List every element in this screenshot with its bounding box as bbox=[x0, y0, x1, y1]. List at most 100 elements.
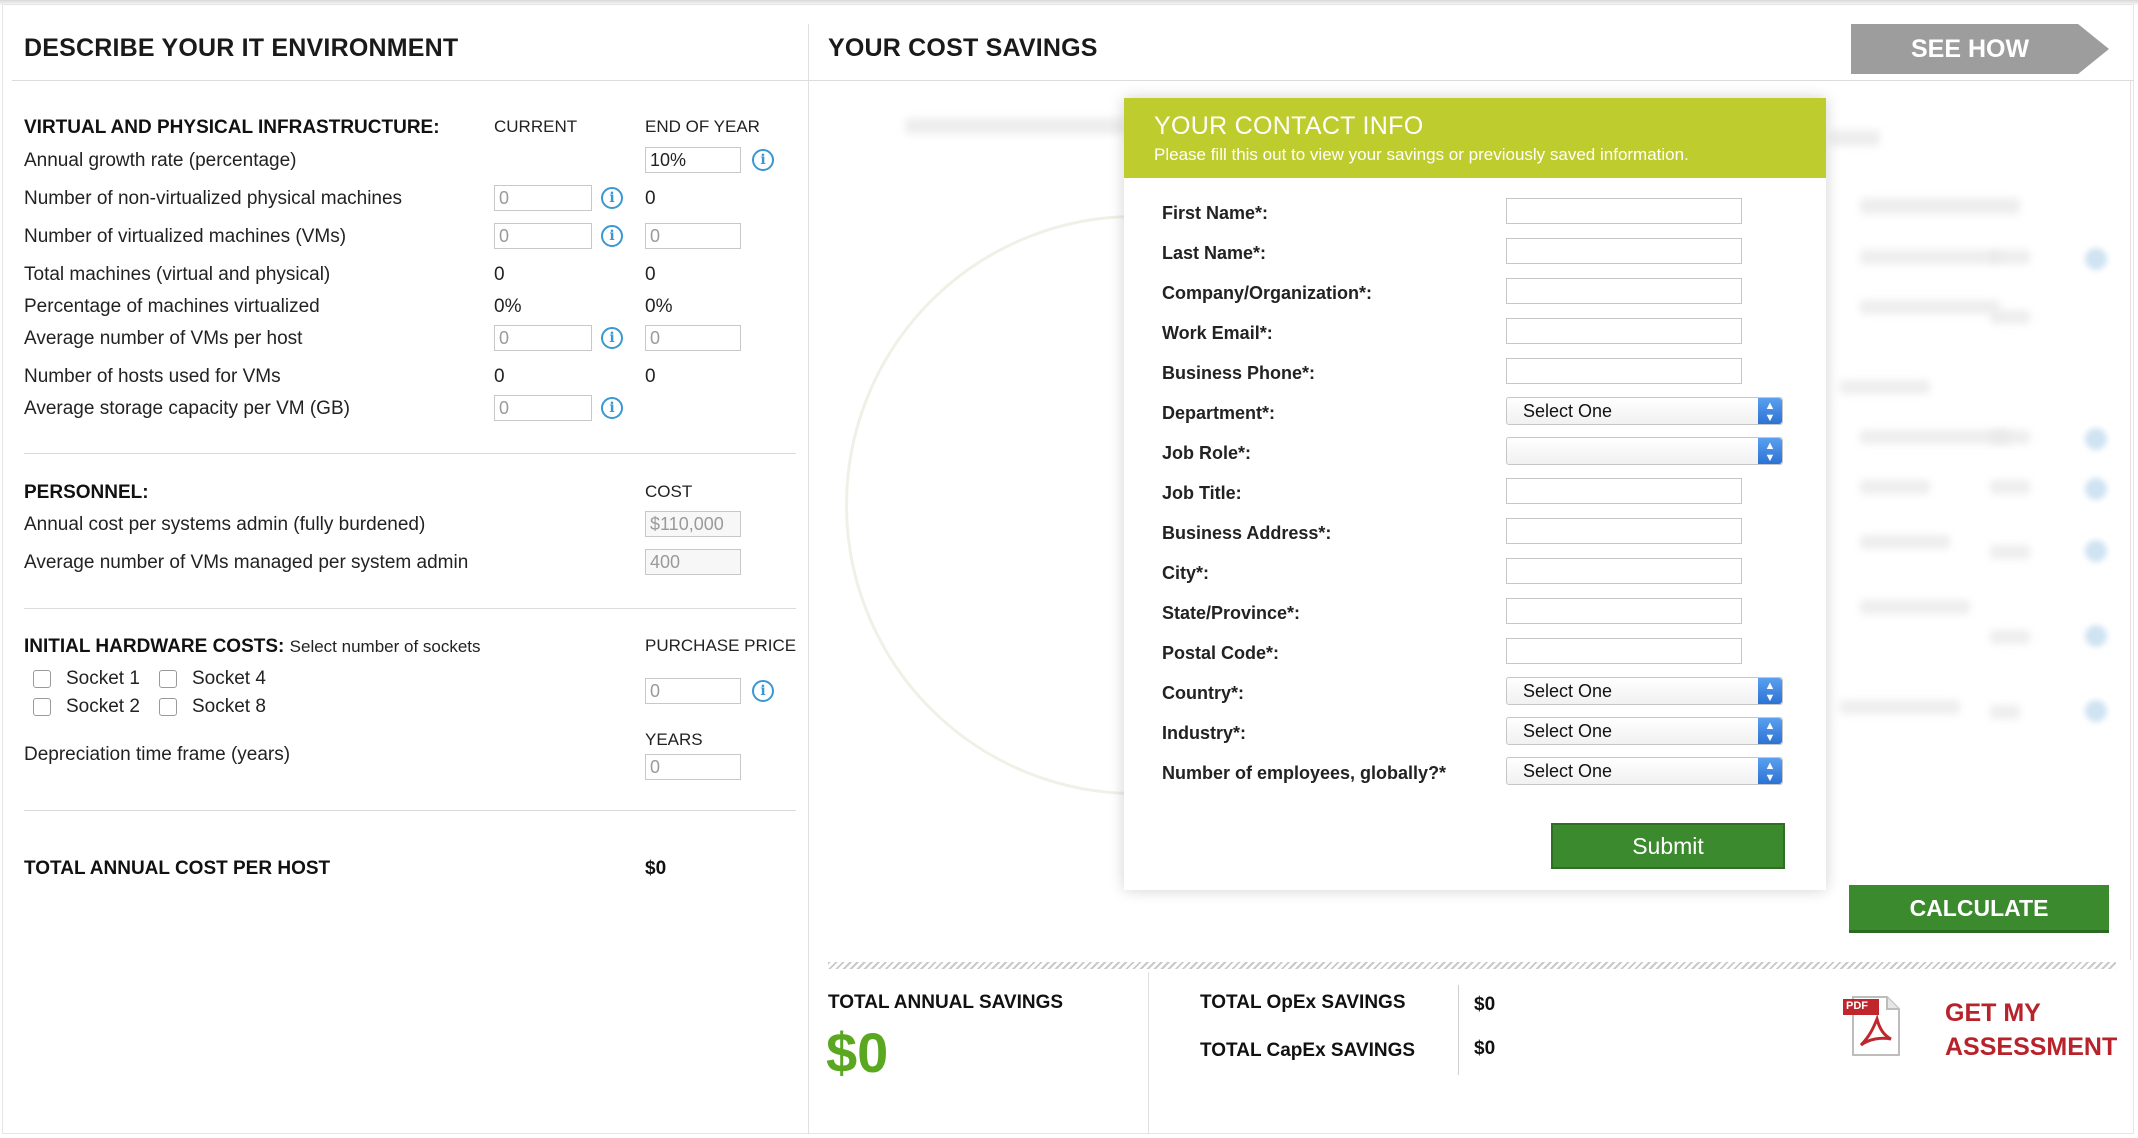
faded-info-icon bbox=[2085, 248, 2107, 270]
admin-cost-input[interactable]: $110,000 bbox=[645, 511, 741, 537]
pct-virtualized-current: 0% bbox=[494, 296, 522, 317]
business-phone-input[interactable] bbox=[1506, 358, 1742, 384]
department-select[interactable]: Select One ▲ ▼ bbox=[1506, 397, 1783, 425]
get-my-assessment-link[interactable]: GET MY ASSESSMENT bbox=[1945, 996, 2117, 1064]
submit-button[interactable]: Submit bbox=[1551, 823, 1785, 869]
hosts-used-label: Number of hosts used for VMs bbox=[24, 366, 281, 387]
faded-text bbox=[905, 118, 1125, 134]
right-edge-divider bbox=[2130, 80, 2131, 960]
total-cost-per-host-value: $0 bbox=[645, 858, 667, 879]
see-how-button[interactable]: SEE HOW bbox=[1851, 24, 2109, 74]
storage-capacity-input[interactable]: 0 bbox=[494, 395, 592, 421]
virtualized-current-input[interactable]: 0 bbox=[494, 223, 592, 249]
personnel-divider bbox=[24, 608, 796, 609]
depreciation-years-input[interactable]: 0 bbox=[645, 754, 741, 780]
postal-code-label: Postal Code*: bbox=[1162, 643, 1280, 663]
pct-virtualized-end: 0% bbox=[645, 296, 673, 317]
work-email-input[interactable] bbox=[1506, 318, 1742, 344]
pdf-icon[interactable]: PDF bbox=[1843, 995, 1901, 1057]
storage-capacity-info-icon[interactable]: i bbox=[601, 397, 623, 419]
col-current-header: CURRENT bbox=[494, 117, 578, 136]
faded-info-icon bbox=[2085, 700, 2107, 722]
socket-1-checkbox[interactable] bbox=[33, 670, 51, 688]
vms-per-admin-label: Average number of VMs managed per system… bbox=[24, 552, 469, 573]
vms-per-host-end-input[interactable]: 0 bbox=[645, 325, 741, 351]
last-name-input[interactable] bbox=[1506, 238, 1742, 264]
faded-text bbox=[1990, 705, 2020, 719]
postal-code-input[interactable] bbox=[1506, 638, 1742, 664]
chevron-updown-icon: ▲ ▼ bbox=[1758, 438, 1782, 464]
job-title-label: Job Title: bbox=[1162, 483, 1242, 503]
faded-text bbox=[1860, 250, 2000, 264]
faded-text bbox=[1860, 600, 1970, 614]
hosts-used-current: 0 bbox=[494, 366, 505, 387]
hatched-divider bbox=[828, 962, 2116, 969]
industry-selected-value: Select One bbox=[1523, 721, 1613, 741]
country-label: Country*: bbox=[1162, 683, 1244, 703]
opex-savings-value: $0 bbox=[1474, 994, 1496, 1015]
hardware-divider bbox=[24, 810, 796, 811]
job-title-input[interactable] bbox=[1506, 478, 1742, 504]
growth-rate-input[interactable]: 10% bbox=[645, 147, 741, 173]
work-email-label: Work Email*: bbox=[1162, 323, 1273, 343]
faded-info-icon bbox=[2085, 478, 2107, 500]
cost-savings-header: YOUR COST SAVINGS bbox=[828, 34, 1098, 62]
socket-4-checkbox[interactable] bbox=[159, 670, 177, 688]
virtualized-end-input[interactable]: 0 bbox=[645, 223, 741, 249]
infra-section-title: VIRTUAL AND PHYSICAL INFRASTRUCTURE: bbox=[24, 117, 440, 138]
employees-selected-value: Select One bbox=[1523, 761, 1613, 781]
faded-text bbox=[1990, 480, 2030, 494]
purchase-price-input[interactable]: 0 bbox=[645, 678, 741, 704]
business-address-input[interactable] bbox=[1506, 518, 1742, 544]
employees-select[interactable]: Select One ▲ ▼ bbox=[1506, 757, 1783, 785]
vms-per-admin-input[interactable]: 400 bbox=[645, 549, 741, 575]
socket-2-checkbox[interactable] bbox=[33, 698, 51, 716]
job-role-select[interactable]: ▲ ▼ bbox=[1506, 437, 1783, 465]
vms-per-host-current-input[interactable]: 0 bbox=[494, 325, 592, 351]
col-end-of-year-header: END OF YEAR bbox=[645, 117, 760, 136]
pdf-badge-text: PDF bbox=[1846, 1000, 1868, 1012]
socket-8-checkbox[interactable] bbox=[159, 698, 177, 716]
department-selected-value: Select One bbox=[1523, 401, 1613, 421]
business-phone-label: Business Phone*: bbox=[1162, 363, 1316, 383]
opex-capex-divider bbox=[1458, 985, 1459, 1075]
pct-virtualized-label: Percentage of machines virtualized bbox=[24, 296, 320, 317]
faded-text bbox=[1990, 310, 2030, 324]
virtualized-info-icon[interactable]: i bbox=[601, 225, 623, 247]
faded-text bbox=[1840, 700, 1960, 714]
industry-select[interactable]: Select One ▲ ▼ bbox=[1506, 717, 1783, 745]
non-virtualized-current-input[interactable]: 0 bbox=[494, 185, 592, 211]
country-select[interactable]: Select One ▲ ▼ bbox=[1506, 677, 1783, 705]
first-name-input[interactable] bbox=[1506, 198, 1742, 224]
faded-text bbox=[1840, 380, 1930, 394]
col-cost-header: COST bbox=[645, 482, 693, 501]
vms-per-host-info-icon[interactable]: i bbox=[601, 327, 623, 349]
company-input[interactable] bbox=[1506, 278, 1742, 304]
calculate-button[interactable]: CALCULATE bbox=[1849, 885, 2109, 933]
faded-info-icon bbox=[2085, 428, 2107, 450]
capex-savings-value: $0 bbox=[1474, 1038, 1496, 1059]
purchase-price-info-icon[interactable]: i bbox=[752, 680, 774, 702]
faded-text bbox=[1860, 535, 1950, 549]
socket-8-label: Socket 8 bbox=[192, 696, 266, 717]
modal-header: YOUR CONTACT INFO Please fill this out t… bbox=[1124, 98, 1826, 178]
socket-4-label: Socket 4 bbox=[192, 668, 266, 689]
capex-savings-label: TOTAL CapEx SAVINGS bbox=[1200, 1040, 1416, 1061]
non-virtualized-info-icon[interactable]: i bbox=[601, 187, 623, 209]
department-label: Department*: bbox=[1162, 403, 1276, 423]
personnel-section-title: PERSONNEL: bbox=[24, 482, 149, 503]
growth-rate-info-icon[interactable]: i bbox=[752, 149, 774, 171]
country-selected-value: Select One bbox=[1523, 681, 1613, 701]
total-machines-current: 0 bbox=[494, 264, 505, 285]
total-machines-end: 0 bbox=[645, 264, 656, 285]
state-province-label: State/Province*: bbox=[1162, 603, 1301, 623]
contact-info-modal: YOUR CONTACT INFO Please fill this out t… bbox=[1124, 98, 1826, 890]
infra-divider bbox=[24, 453, 796, 454]
city-input[interactable] bbox=[1506, 558, 1742, 584]
industry-label: Industry*: bbox=[1162, 723, 1247, 743]
opex-savings-label: TOTAL OpEx SAVINGS bbox=[1200, 992, 1406, 1013]
state-province-input[interactable] bbox=[1506, 598, 1742, 624]
savings-divider bbox=[1148, 972, 1149, 1134]
faded-text bbox=[1860, 300, 2000, 314]
right-header-divider bbox=[808, 80, 2134, 81]
